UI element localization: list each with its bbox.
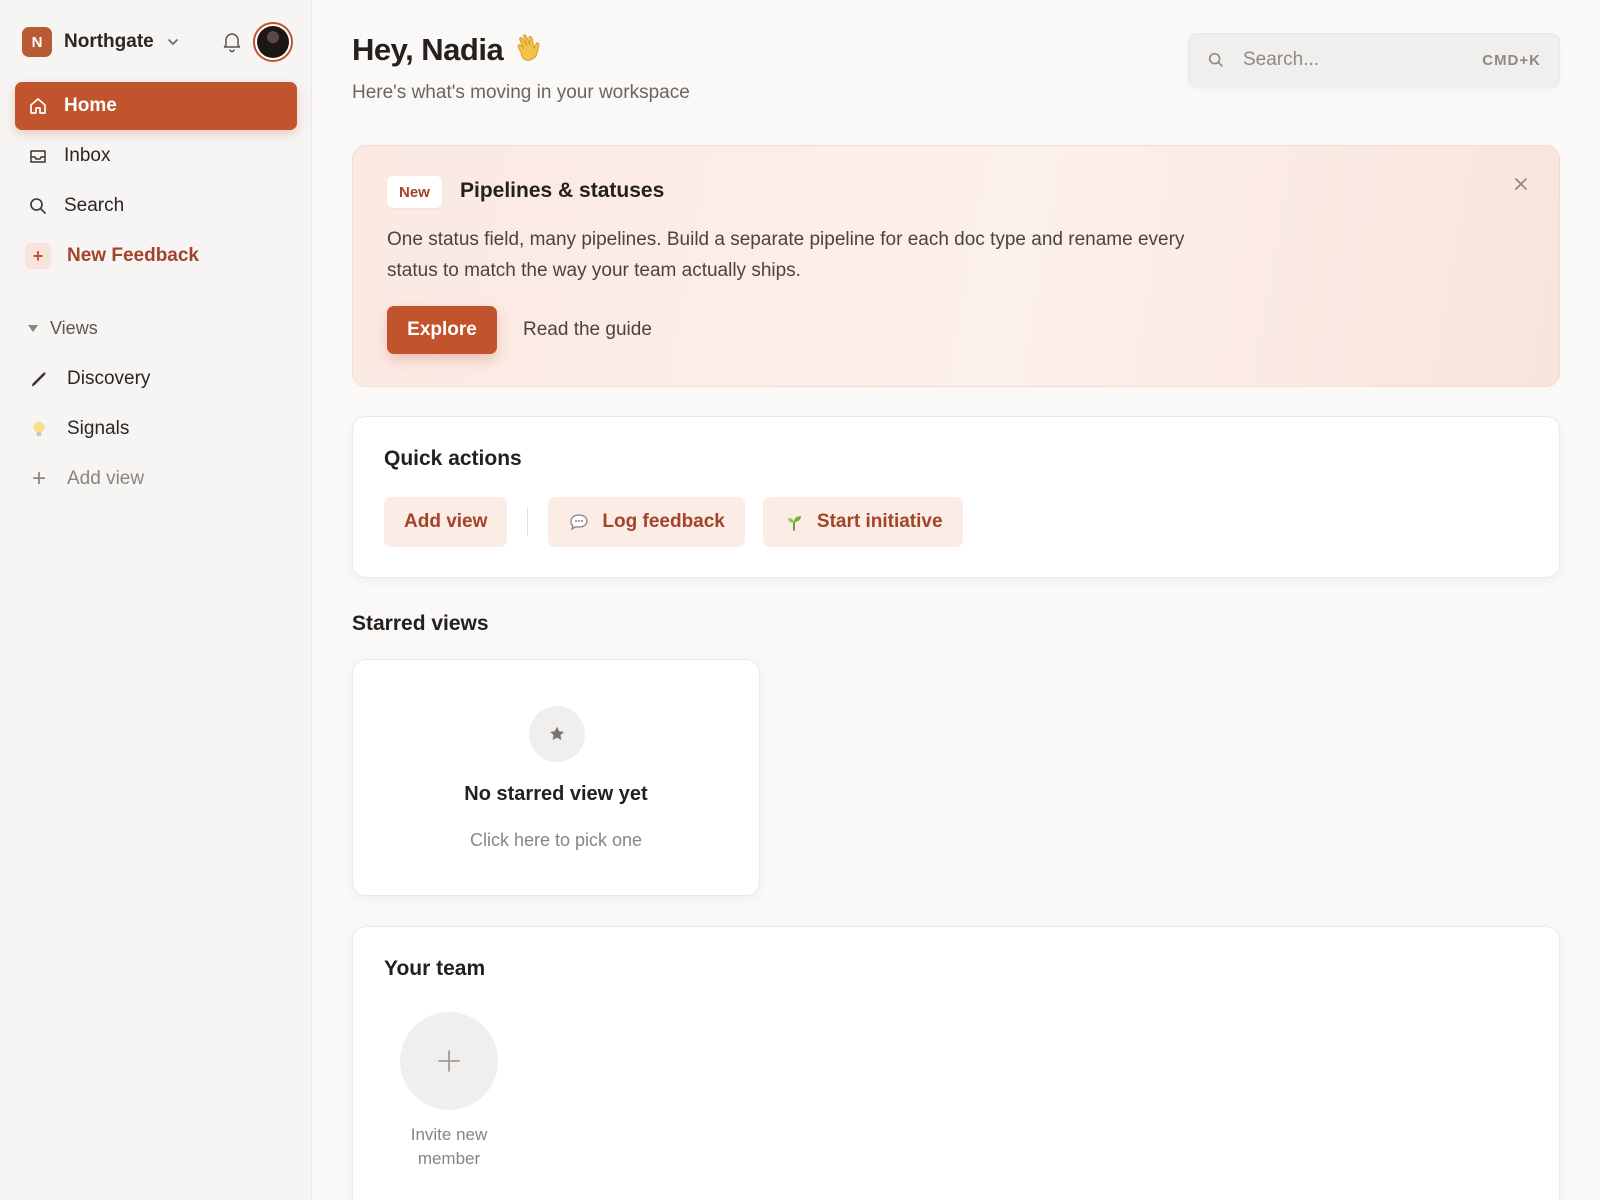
main-nav: Home Inbox Search + New Feedback	[15, 82, 297, 282]
nav-item-label: Home	[64, 95, 117, 116]
nav-item-search[interactable]: Search	[15, 182, 297, 230]
search-icon	[1208, 52, 1223, 67]
team-title: Your team	[384, 957, 486, 980]
close-icon[interactable]	[1511, 174, 1531, 194]
starred-views-heading: Starred views	[352, 612, 489, 635]
button-label: Log feedback	[602, 511, 725, 532]
pen-icon	[27, 367, 51, 391]
empty-state-subtitle: Click here to pick one	[469, 830, 643, 850]
bell-icon[interactable]	[220, 29, 244, 53]
plus-icon	[438, 1050, 460, 1072]
divider	[527, 508, 529, 536]
page-title: Hey, Nadia	[352, 32, 547, 68]
new-feedback-button[interactable]: + New Feedback	[15, 232, 297, 280]
invite-member-button[interactable]	[400, 1012, 498, 1110]
banner-title: Pipelines & statuses	[460, 179, 665, 202]
search-icon	[30, 198, 46, 214]
star-icon	[529, 706, 585, 762]
greeting-text: Hey, Nadia	[352, 32, 504, 67]
button-label: Add view	[404, 511, 488, 532]
empty-state-title: No starred view yet	[464, 783, 648, 805]
quick-actions-card: Quick actions Add view Log feedback Star…	[352, 416, 1560, 578]
workspace-switcher[interactable]: N Northgate	[22, 22, 294, 62]
add-view-button[interactable]: + Add view	[15, 454, 297, 504]
views-section-toggle[interactable]: Views	[28, 318, 98, 339]
chevron-down-icon	[167, 39, 178, 45]
lightbulb-icon	[27, 417, 51, 441]
nav-item-home[interactable]: Home	[15, 82, 297, 130]
log-feedback-button[interactable]: Log feedback	[548, 497, 745, 547]
search-shortcut: CMD+K	[1482, 51, 1541, 69]
plus-icon: +	[31, 465, 46, 492]
explore-button[interactable]: Explore	[387, 306, 497, 354]
page-subtitle: Here's what's moving in your workspace	[352, 82, 690, 103]
invite-member-label: Invite new member	[410, 1125, 488, 1168]
plus-icon: +	[25, 243, 51, 269]
seedling-icon	[783, 511, 805, 533]
view-item-label: Add view	[67, 468, 145, 489]
views-heading: Views	[50, 318, 98, 338]
search-placeholder: Search...	[1243, 49, 1320, 70]
nav-item-label: Inbox	[64, 145, 111, 166]
team-card: Your team Invite new member	[352, 926, 1560, 1200]
sidebar: N Northgate Home Inbox Search + New Feed…	[0, 0, 312, 1200]
caret-down-icon	[28, 325, 38, 332]
avatar[interactable]	[253, 22, 293, 62]
inbox-icon	[30, 150, 46, 163]
start-initiative-button[interactable]: Start initiative	[762, 497, 963, 547]
banner-text: One status field, many pipelines. Build …	[387, 229, 1185, 281]
view-item-discovery[interactable]: Discovery	[15, 354, 297, 404]
waving-hand-icon	[517, 34, 540, 61]
button-label: Start initiative	[816, 511, 943, 532]
add-view-quick-button[interactable]: Add view	[384, 497, 508, 547]
search-bar[interactable]: Search... CMD+K	[1188, 33, 1560, 87]
speech-bubble-icon	[568, 511, 590, 533]
workspace-logo: N	[22, 27, 52, 57]
nav-item-inbox[interactable]: Inbox	[15, 132, 297, 180]
nav-item-label: Search	[64, 195, 125, 216]
view-item-signals[interactable]: Signals	[15, 404, 297, 454]
view-item-label: Signals	[67, 418, 130, 439]
quick-actions-row: Add view Log feedback Start initiative	[384, 497, 963, 547]
home-icon	[30, 98, 46, 114]
starred-views-empty-card[interactable]: No starred view yet Click here to pick o…	[352, 659, 760, 896]
read-guide-link[interactable]: Read the guide	[523, 306, 652, 354]
quick-actions-title: Quick actions	[384, 447, 522, 470]
views-list: Discovery Signals + Add view	[15, 354, 297, 504]
announcement-banner: New Pipelines & statuses One status fiel…	[352, 145, 1560, 387]
nav-item-label: New Feedback	[67, 245, 199, 266]
new-badge: New	[387, 176, 442, 208]
workspace-name: Northgate	[64, 31, 154, 52]
view-item-label: Discovery	[67, 368, 151, 389]
